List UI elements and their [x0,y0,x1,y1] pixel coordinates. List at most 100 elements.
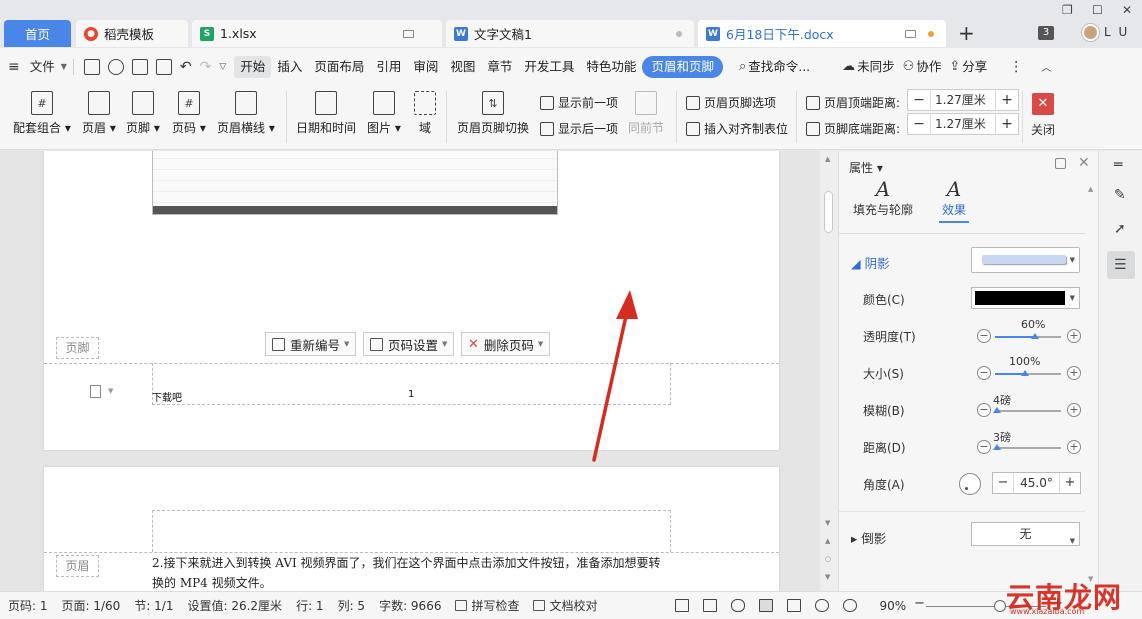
menu-developer[interactable]: 开发工具 [518,56,580,78]
outline-view-icon[interactable] [786,599,801,612]
decrease-icon[interactable]: − [908,92,930,108]
document-icon[interactable] [90,385,101,398]
menu-start[interactable]: 开始 [234,55,272,78]
scroll-down-icon[interactable]: ▼ [825,519,830,527]
top-distance-value[interactable]: 1.27厘米 [930,90,996,110]
panel-title[interactable]: 属性 ▾ [849,159,883,176]
reflection-section-toggle[interactable]: ▸ 倒影 [851,528,886,547]
status-section[interactable]: 节: 1/1 [134,597,173,614]
angle-stepper[interactable]: − 45.0° + [992,472,1081,494]
page-number-settings-button[interactable]: 页码设置 ▼ [363,332,455,356]
increase-icon[interactable]: + [996,92,1018,108]
shadow-preset-select[interactable]: ▼ [971,247,1080,273]
header-line-button[interactable]: 页眉横线 ▾ [217,91,275,136]
bottom-distance-value[interactable]: 1.27厘米 [930,114,996,134]
decrease-icon[interactable]: − [993,473,1013,493]
proofread-button[interactable]: 文档校对 [533,597,598,614]
status-row[interactable]: 行: 1 [296,597,324,614]
close-header-footer-button[interactable]: 关闭 [1031,121,1055,138]
angle-value[interactable]: 45.0° [1013,473,1060,493]
fullscreen-icon[interactable] [674,599,689,612]
size-slider[interactable]: − 100% + [977,355,1081,383]
combo-button[interactable]: # 配套组合 ▾ [13,91,71,136]
collapse-sidebar-button[interactable]: ═ [1107,151,1135,179]
command-search[interactable]: 查找命令... [746,56,816,78]
menu-layout[interactable]: 页面布局 [308,56,370,78]
print-preview-icon[interactable] [155,58,172,75]
field-button[interactable]: 域 [414,91,436,136]
format-painter-icon[interactable] [107,58,124,75]
page-number-button[interactable]: # 页码 ▾ [172,91,206,136]
menu-header-footer[interactable]: 页眉和页脚 [642,55,723,78]
shadow-color-select[interactable]: ▼ [971,287,1080,309]
same-as-previous-button[interactable]: 同前节 [628,91,664,136]
next-page-icon[interactable]: ▼ [825,573,830,581]
share-button[interactable]: 分享 [960,56,993,78]
menu-special[interactable]: 特色功能 [580,56,642,78]
customize-toolbar-icon[interactable]: ▽ [219,62,226,72]
show-next-button[interactable]: 显示后一项 [540,120,618,137]
picture-button[interactable]: 图片 ▾ [367,91,401,136]
increase-icon[interactable]: + [1067,403,1081,417]
menu-insert[interactable]: 插入 [271,56,308,78]
hamburger-menu-icon[interactable]: ≡ [8,59,20,75]
increase-icon[interactable]: + [1067,366,1081,380]
increase-icon[interactable]: + [1067,329,1081,343]
save-icon[interactable] [83,58,100,75]
panel-scrollbar[interactable]: ▲ ▼ [1085,151,1099,591]
tab-effects[interactable]: A 效果 [939,177,969,223]
footer-text[interactable]: 下载吧 [152,389,182,404]
close-window-icon[interactable]: ✕ [1122,3,1132,17]
document-canvas[interactable]: 页脚 重新编号 ▼ 页码设置 ▼ ✕ 删除页码 ▼ ▼ 下载吧 1 页眉 2.接… [0,151,838,591]
menu-references[interactable]: 引用 [370,56,407,78]
decrease-icon[interactable]: − [977,403,991,417]
zoom-out-icon[interactable]: − [914,596,925,611]
more-icon[interactable]: ⋮ [1009,59,1023,75]
web-view-icon[interactable] [814,599,829,612]
prev-page-icon[interactable]: ▲ [825,537,830,545]
renumber-button[interactable]: 重新编号 ▼ [265,332,357,356]
status-page[interactable]: 页码: 1 [8,597,48,614]
read-mode-icon[interactable] [702,599,717,612]
footer-page-number[interactable]: 1 [408,389,414,400]
tab-docer-templates[interactable]: ● 稻壳模板 [76,20,188,47]
blur-slider[interactable]: − 4磅 + [977,394,1081,420]
status-col[interactable]: 列: 5 [338,597,366,614]
status-words[interactable]: 字数: 9666 [379,597,441,614]
footer-bottom-distance-stepper[interactable]: − 1.27厘米 + [907,113,1019,135]
tab-fill-outline[interactable]: A 填充与轮廓 [853,177,913,218]
decrease-icon[interactable]: − [908,116,930,132]
zoom-level[interactable]: 90% [880,599,907,613]
avatar[interactable] [1082,24,1099,41]
increase-icon[interactable]: + [996,116,1018,132]
header-edit-box[interactable] [152,510,671,552]
transparency-slider[interactable]: − 60% + [977,318,1081,346]
status-setting[interactable]: 设置值: 26.2厘米 [187,597,282,614]
maximize-icon[interactable]: ☐ [1092,3,1103,17]
angle-dial[interactable] [959,473,981,495]
print-icon[interactable] [131,58,148,75]
chevron-down-icon[interactable]: ▼ [61,62,67,71]
menu-view[interactable]: 视图 [444,56,481,78]
reflection-select[interactable]: 无 ▼ [971,522,1080,546]
footer-button[interactable]: 页脚 ▾ [126,91,160,136]
increase-icon[interactable]: + [1060,473,1080,493]
scrollbar-thumb[interactable] [824,191,833,233]
decrease-icon[interactable]: − [977,329,991,343]
header-button[interactable]: 页眉 ▾ [82,91,116,136]
decrease-icon[interactable]: − [977,366,991,380]
header-top-distance-stepper[interactable]: − 1.27厘米 + [907,89,1019,111]
datetime-button[interactable]: 日期和时间 [296,91,356,136]
tab-active-docx[interactable]: W 6月18日下午.docx [698,20,946,47]
body-paragraph[interactable]: 2.接下来就进入到转换 AVI 视频界面了，我们在这个界面中点击添加文件按钮，准… [152,553,672,591]
switch-header-footer-button[interactable]: ⇅ 页眉页脚切换 [457,91,529,136]
eye-protection-icon[interactable] [842,599,857,612]
slider-knob[interactable] [1031,333,1039,339]
close-header-footer-icon[interactable]: ✕ [1032,93,1054,115]
insert-align-tab-button[interactable]: 插入对齐制表位 [686,120,788,137]
document-scrollbar[interactable]: ▲ ▼ ▲ ○ ▼ [820,151,838,591]
shadow-section-toggle[interactable]: ◢ 阴影 [851,253,890,272]
zoom-knob[interactable] [994,599,1007,612]
select-button[interactable]: ➚ [1107,215,1135,243]
slider-knob[interactable] [1021,370,1029,376]
